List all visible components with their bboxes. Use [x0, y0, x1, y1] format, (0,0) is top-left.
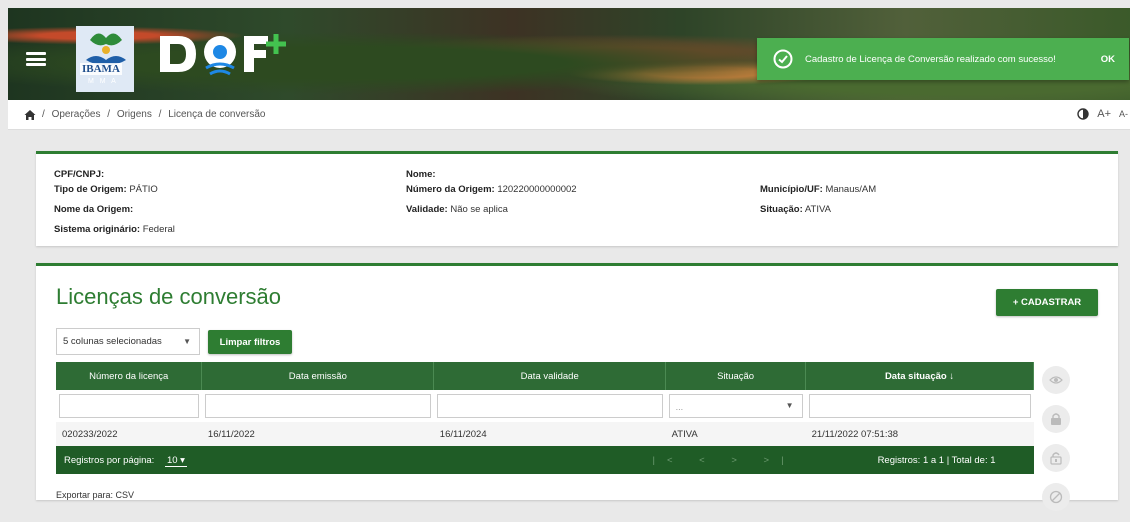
situacao-label: Situação:	[760, 204, 803, 215]
numero-origem-label: Número da Origem:	[406, 184, 495, 195]
per-page-label: Registros por página:	[64, 454, 155, 466]
sistema-row: Sistema originário: Federal	[54, 224, 175, 235]
export-bar: Exportar para: CSV	[56, 490, 134, 500]
tipo-origem-row: Tipo de Origem: PÁTIO	[54, 184, 158, 195]
municipio-label: Município/UF:	[760, 184, 823, 195]
filter-row: ... ▼	[56, 390, 1034, 422]
lock-button[interactable]	[1042, 405, 1070, 433]
filter-numero-input[interactable]	[59, 394, 199, 418]
page-title: Licenças de conversão	[56, 284, 282, 309]
home-icon[interactable]	[24, 109, 36, 121]
breadcrumb-item-origens[interactable]: Origens	[117, 109, 152, 120]
breadcrumb-bar: / Operações / Origens / Licença de conve…	[8, 100, 1130, 130]
tipo-origem-value: PÁTIO	[129, 184, 158, 195]
cell-data-situacao: 21/11/2022 07:51:38	[805, 422, 1034, 446]
row-actions	[1042, 366, 1072, 522]
col-header-data-emissao[interactable]: Data emissão	[201, 362, 435, 390]
ibama-logo-text: IBAMA	[80, 63, 122, 75]
licenses-list-card: Licenças de conversão + CADASTRAR 5 colu…	[36, 263, 1118, 511]
numero-origem-row: Número da Origem: 120220000000002	[406, 184, 577, 195]
pagination-summary: Registros: 1 a 1 | Total de: 1	[877, 454, 996, 466]
toast-message: Cadastro de Licença de Conversão realiza…	[805, 53, 1056, 65]
block-icon	[1049, 490, 1063, 504]
col-header-data-situacao[interactable]: Data situação ↓	[805, 362, 1034, 390]
add-license-button[interactable]: + CADASTRAR	[996, 289, 1098, 316]
sistema-value: Federal	[142, 224, 175, 235]
table-row[interactable]: 020233/2022 16/11/2022 16/11/2024 ATIVA …	[56, 422, 1034, 446]
success-toast: Cadastro de Licença de Conversão realiza…	[757, 38, 1129, 80]
cell-numero: 020233/2022	[56, 422, 202, 446]
columns-select[interactable]: 5 colunas selecionadas ▼	[56, 328, 200, 355]
cpf-label: CPF/CNPJ:	[54, 169, 105, 180]
unlock-icon	[1050, 452, 1062, 465]
numero-origem-value: 120220000000002	[497, 184, 577, 195]
municipio-value: Manaus/AM	[825, 184, 877, 195]
export-csv-link[interactable]: CSV	[116, 490, 135, 500]
filter-data-validade-input[interactable]	[436, 394, 663, 418]
cell-data-validade: 16/11/2024	[433, 422, 666, 446]
sistema-label: Sistema originário:	[54, 224, 141, 235]
col-header-situacao[interactable]: Situação	[665, 362, 807, 390]
cpf-row: CPF/CNPJ:	[54, 169, 104, 180]
col-header-numero[interactable]: Número da licença	[56, 362, 203, 390]
breadcrumb: / Operações / Origens / Licença de conve…	[42, 109, 266, 120]
toast-ok-button[interactable]: OK	[1101, 54, 1115, 65]
per-page-value: 10	[166, 454, 178, 466]
columns-select-value: 5 colunas selecionadas	[63, 336, 162, 347]
nome-label: Nome:	[406, 169, 436, 180]
filter-data-emissao-input[interactable]	[204, 394, 431, 418]
eye-icon	[1049, 376, 1063, 384]
pagination-nav[interactable]: |< < > >|	[653, 455, 796, 466]
col-header-data-validade[interactable]: Data validade	[433, 362, 667, 390]
nome-origem-row: Nome da Origem:	[54, 204, 133, 215]
lock-icon	[1051, 413, 1061, 425]
licenses-table: Número da licença Data emissão Data vali…	[56, 362, 1034, 474]
situacao-row: Situação: ATIVA	[760, 204, 831, 215]
cancel-button[interactable]	[1042, 483, 1070, 511]
export-label: Exportar para:	[56, 490, 114, 500]
chevron-down-icon: ▼	[785, 401, 794, 410]
pagination-bar: Registros por página: 10 ▾ |< < > >| Reg…	[56, 446, 1034, 474]
validade-value: Não se aplica	[450, 204, 508, 215]
check-circle-icon	[773, 49, 793, 69]
ibama-logo-subtext: M M A	[88, 78, 118, 85]
municipio-row: Município/UF: Manaus/AM	[760, 184, 876, 195]
unlock-button[interactable]	[1042, 444, 1070, 472]
tipo-origem-label: Tipo de Origem:	[54, 184, 127, 195]
clear-filters-button[interactable]: Limpar filtros	[208, 330, 292, 354]
menu-icon[interactable]	[26, 52, 46, 66]
breadcrumb-item-current: Licença de conversão	[168, 109, 266, 120]
nome-row: Nome:	[406, 169, 436, 180]
validade-row: Validade: Não se aplica	[406, 204, 508, 215]
filter-situacao-select[interactable]: ... ▼	[668, 394, 803, 418]
app-header: IBAMA M M A Cadastro de Licença de Conve…	[8, 8, 1130, 100]
chevron-down-icon: ▼	[183, 337, 191, 346]
font-decrease-button[interactable]: A-	[1119, 109, 1128, 119]
contrast-icon[interactable]	[1077, 108, 1089, 120]
cell-data-emissao: 16/11/2022	[201, 422, 434, 446]
validade-label: Validade:	[406, 204, 448, 215]
filter-data-situacao-input[interactable]	[808, 394, 1031, 418]
nome-origem-label: Nome da Origem:	[54, 204, 134, 215]
situacao-value: ATIVA	[804, 204, 831, 215]
origin-info-card: CPF/CNPJ: Tipo de Origem: PÁTIO Nome da …	[36, 151, 1118, 246]
accessibility-controls: A+ A-	[1077, 108, 1128, 120]
cell-situacao: ATIVA	[665, 422, 806, 446]
breadcrumb-item-operacoes[interactable]: Operações	[52, 109, 101, 120]
per-page-select[interactable]: 10 ▾	[164, 454, 187, 467]
filter-situacao-placeholder: ...	[675, 402, 684, 412]
view-button[interactable]	[1042, 366, 1070, 394]
font-increase-button[interactable]: A+	[1097, 108, 1111, 120]
dof-plus-logo-icon	[160, 34, 286, 76]
